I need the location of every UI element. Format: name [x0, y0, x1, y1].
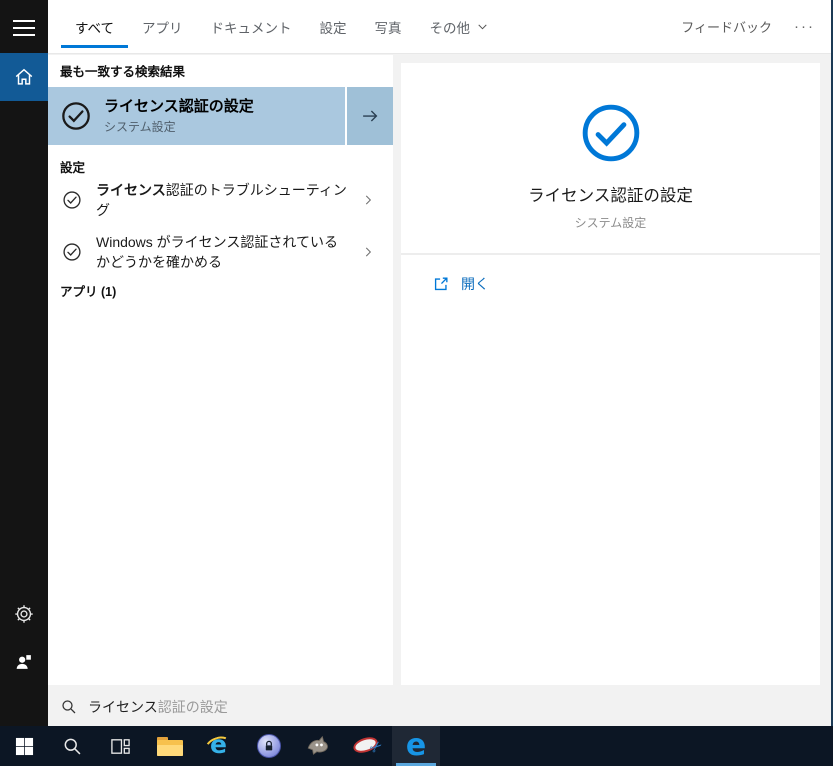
windows-logo-icon	[15, 737, 34, 756]
edge-icon: e	[405, 728, 427, 763]
search-input[interactable]: ライセンス認証の設定	[48, 688, 831, 726]
result-label: Windows がライセンス認証されているかどうかを確かめる	[96, 233, 338, 270]
search-icon	[60, 698, 78, 716]
result-activation-troubleshooting[interactable]: ライセンス認証のトラブルシューティング	[48, 181, 393, 219]
tab-all-label: すべて	[75, 20, 115, 36]
internet-explorer-icon: e	[202, 730, 235, 760]
best-match-result[interactable]: ライセンス認証の設定 システム設定	[48, 87, 393, 145]
result-label: ライセンス認証のトラブルシューティング	[96, 181, 347, 218]
task-view-icon	[110, 736, 131, 757]
tab-apps-label: アプリ	[142, 20, 183, 36]
snipping-tool-icon: ✂	[351, 734, 387, 758]
taskbar-search-button[interactable]	[48, 726, 96, 766]
active-tab-underline	[61, 45, 129, 48]
tab-documents-label: ドキュメント	[210, 20, 292, 36]
result-check-windows-activated[interactable]: Windows がライセンス認証されているかどうかを確かめる	[48, 223, 393, 281]
internet-explorer-button[interactable]: e	[195, 726, 243, 766]
search-icon	[62, 736, 83, 757]
activation-check-circle-icon	[580, 102, 642, 164]
home-icon	[13, 66, 35, 88]
chevron-down-icon	[476, 20, 489, 33]
search-window: すべて アプリ ドキュメント 設定 写真 その他 フィードバック ··· 最も一…	[0, 0, 833, 726]
check-circle-icon	[60, 100, 92, 132]
expand-preview-button[interactable]	[345, 87, 393, 145]
tab-settings-label: 設定	[319, 20, 347, 36]
preview-panel: ライセンス認証の設定 システム設定 開く	[401, 63, 820, 685]
gimp-icon	[305, 733, 331, 759]
tab-apps[interactable]: アプリ	[128, 0, 197, 53]
gear-icon	[13, 603, 35, 625]
chevron-right-icon	[361, 245, 375, 259]
more-options-button[interactable]: ···	[794, 18, 815, 35]
arrow-right-icon	[363, 110, 378, 122]
snipping-tool-button[interactable]: ✂	[343, 726, 391, 766]
launch-icon	[432, 275, 450, 293]
tabs: すべて アプリ ドキュメント 設定 写真 その他	[61, 0, 503, 53]
tab-all[interactable]: すべて	[61, 0, 129, 53]
user-accounts-icon	[13, 651, 35, 673]
lock-icon	[257, 734, 281, 758]
check-circle-icon	[62, 190, 82, 210]
hamburger-menu-button[interactable]	[0, 4, 48, 52]
screen: すべて アプリ ドキュメント 設定 写真 その他 フィードバック ··· 最も一…	[0, 0, 833, 766]
feedback-button[interactable]: フィードバック	[681, 17, 772, 36]
tab-photos-label: 写真	[374, 20, 402, 36]
check-circle-icon	[62, 242, 82, 262]
search-query-text: ライセンス認証の設定	[88, 699, 228, 715]
search-tab-bar: すべて アプリ ドキュメント 設定 写真 その他 フィードバック ···	[48, 0, 831, 54]
preview-top: ライセンス認証の設定 システム設定	[401, 63, 820, 231]
sidebar	[0, 0, 48, 726]
folder-icon	[157, 736, 183, 756]
home-button[interactable]	[0, 53, 48, 101]
best-match-title: ライセンス認証の設定	[104, 97, 254, 115]
settings-section-header: 設定	[60, 161, 86, 175]
file-explorer-button[interactable]	[146, 726, 194, 766]
apps-section-header: アプリ (1)	[60, 285, 117, 299]
best-match-header: 最も一致する検索結果	[60, 65, 186, 79]
open-label: 開く	[461, 276, 489, 292]
edge-button[interactable]: e	[392, 726, 440, 766]
keepass-button[interactable]	[245, 726, 293, 766]
tab-more-label: その他	[429, 20, 471, 36]
gimp-button[interactable]	[294, 726, 342, 766]
tab-more[interactable]: その他	[416, 0, 504, 53]
start-button[interactable]	[0, 726, 48, 766]
user-accounts-button[interactable]	[0, 638, 48, 686]
best-match-subtitle: システム設定	[104, 120, 176, 135]
task-view-button[interactable]	[96, 726, 144, 766]
open-action[interactable]: 開く	[401, 266, 820, 302]
taskbar: e ✂ e	[0, 726, 833, 766]
hamburger-icon	[13, 15, 35, 41]
preview-subtitle: システム設定	[574, 216, 647, 230]
tab-documents[interactable]: ドキュメント	[197, 0, 306, 53]
chevron-right-icon	[361, 193, 375, 207]
results-panel: 最も一致する検索結果 ライセンス認証の設定 システム設定 設定 ライセンス認証の…	[48, 55, 393, 685]
tab-settings[interactable]: 設定	[306, 0, 361, 53]
best-match-texts: ライセンス認証の設定 システム設定	[104, 97, 345, 136]
settings-button[interactable]	[0, 590, 48, 638]
preview-divider	[401, 253, 820, 255]
preview-title: ライセンス認証の設定	[528, 187, 693, 205]
topbar-right: フィードバック ···	[681, 0, 831, 53]
tab-photos[interactable]: 写真	[361, 0, 416, 53]
